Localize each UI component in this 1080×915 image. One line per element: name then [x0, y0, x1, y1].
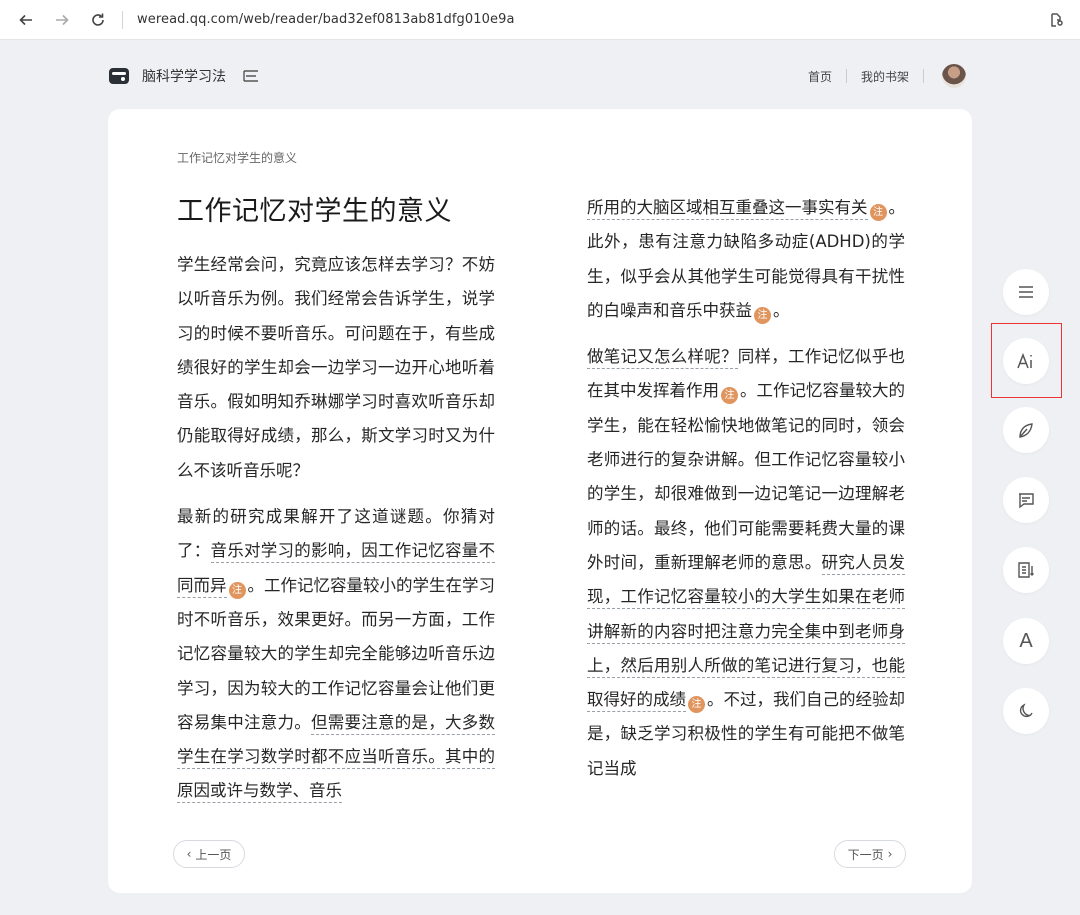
- book-info-icon[interactable]: [242, 67, 260, 85]
- paragraph: 最新的研究成果解开了这道谜题。你猜对了：音乐对学习的影响，因工作记忆容量不同而异…: [177, 500, 495, 809]
- font-button[interactable]: A: [1003, 618, 1049, 664]
- chapter-title: 工作记忆对学生的意义: [177, 196, 452, 227]
- bookshelf-link[interactable]: 我的书架: [861, 68, 909, 85]
- chevron-left-icon: ‹: [186, 847, 192, 861]
- list-icon: [1019, 286, 1033, 298]
- prev-page-button[interactable]: ‹ 上一页: [173, 840, 245, 868]
- notes-list-icon: [1018, 562, 1034, 578]
- underlined-note-text[interactable]: 研究人员发现，工作记忆容量较小的大学生如果在老师讲解新的内容时把注意力完全集中到…: [587, 552, 905, 713]
- avatar[interactable]: [942, 64, 966, 88]
- notes-button[interactable]: [1003, 407, 1049, 453]
- paragraph-text: 。工作记忆容量较大的学生，能在轻松愉快地做笔记的同时，领会老师进行的复杂讲解。但…: [587, 381, 905, 572]
- chevron-right-icon: ›: [887, 847, 893, 861]
- note-badge-icon[interactable]: 注: [721, 387, 738, 405]
- extension-icon[interactable]: [1046, 10, 1066, 30]
- comments-button[interactable]: [1003, 477, 1049, 523]
- ai-text-icon: [1017, 352, 1032, 369]
- next-page-button[interactable]: 下一页 ›: [834, 840, 906, 868]
- feather-icon: [1019, 423, 1033, 438]
- moon-icon: [1019, 703, 1033, 718]
- toc-button[interactable]: [1003, 269, 1049, 315]
- forward-arrow-icon[interactable]: [52, 10, 72, 30]
- header-nav: 首页 我的书架: [808, 64, 972, 88]
- note-badge-icon[interactable]: 注: [688, 696, 705, 714]
- right-column: 所用的大脑区域相互重叠这一事实有关注。此外，患有注意力缺陷多动症(ADHD)的学…: [587, 191, 905, 798]
- reader-page: 工作记忆对学生的意义 工作记忆对学生的意义 学生经常会问，究竟应该怎样去学习？不…: [108, 109, 972, 893]
- back-arrow-icon[interactable]: [16, 10, 36, 30]
- nav-divider: [923, 69, 924, 83]
- nav-divider: [845, 69, 847, 83]
- reader-header: 脑科学学习法 首页 我的书架: [108, 58, 972, 94]
- bookmarks-button[interactable]: [1003, 547, 1049, 593]
- paragraph: 做笔记又怎么样呢？同样，工作记忆似乎也在其中发挥着作用注。工作记忆容量较大的学生…: [587, 340, 905, 786]
- note-badge-icon[interactable]: 注: [754, 306, 771, 324]
- paragraph-text: 。工作记忆容量较小的学生在学习时不听音乐，效果更好。而另一方面，工作记忆容量较大…: [177, 575, 495, 732]
- home-link[interactable]: 首页: [808, 68, 832, 85]
- running-title: 工作记忆对学生的意义: [177, 151, 298, 165]
- letter-a-icon: A: [1019, 629, 1033, 652]
- note-badge-icon[interactable]: 注: [228, 581, 246, 599]
- dark-mode-button[interactable]: [1003, 688, 1049, 734]
- book-title[interactable]: 脑科学学习法: [142, 66, 226, 86]
- paragraph: 所用的大脑区域相互重叠这一事实有关注。此外，患有注意力缺陷多动症(ADHD)的学…: [587, 191, 905, 328]
- font-size-button[interactable]: [1003, 338, 1049, 384]
- address-bar[interactable]: weread.qq.com/web/reader/bad32ef0813ab81…: [137, 12, 515, 27]
- address-separator: [122, 10, 123, 29]
- reload-icon[interactable]: [88, 10, 108, 30]
- message-icon: [1019, 493, 1034, 509]
- paragraph: 学生经常会问，究竟应该怎样去学习？不妨以听音乐为例。我们经常会告诉学生，说学习的…: [177, 255, 495, 480]
- left-column: 学生经常会问，究竟应该怎样去学习？不妨以听音乐为例。我们经常会告诉学生，说学习的…: [177, 248, 495, 821]
- underlined-note-text[interactable]: 所用的大脑区域相互重叠这一事实有关: [587, 198, 868, 220]
- weread-logo-icon[interactable]: [108, 65, 130, 87]
- prev-page-label: 上一页: [195, 847, 232, 862]
- note-badge-icon[interactable]: 注: [869, 204, 887, 221]
- paragraph-text: 。: [773, 300, 790, 320]
- next-page-label: 下一页: [847, 847, 884, 862]
- underlined-note-text[interactable]: 做笔记又怎么样呢？: [587, 347, 738, 370]
- browser-toolbar: weread.qq.com/web/reader/bad32ef0813ab81…: [0, 0, 1080, 40]
